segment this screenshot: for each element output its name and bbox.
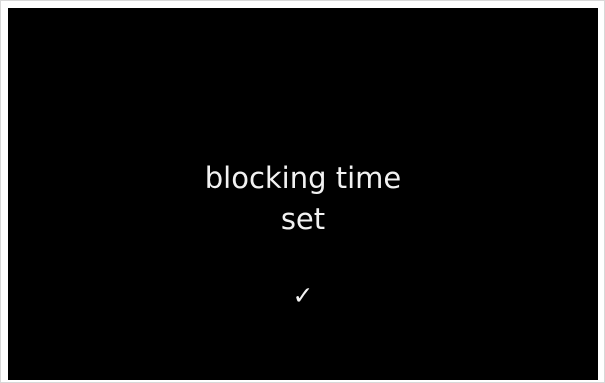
device-frame: blocking time set ✓ bbox=[0, 0, 605, 383]
message-line-1: blocking time bbox=[204, 161, 402, 195]
message-line-2: set bbox=[280, 202, 326, 236]
confirmation-message: blocking time set bbox=[8, 158, 598, 240]
check-icon: ✓ bbox=[292, 281, 314, 310]
display-screen: blocking time set ✓ bbox=[8, 8, 598, 380]
